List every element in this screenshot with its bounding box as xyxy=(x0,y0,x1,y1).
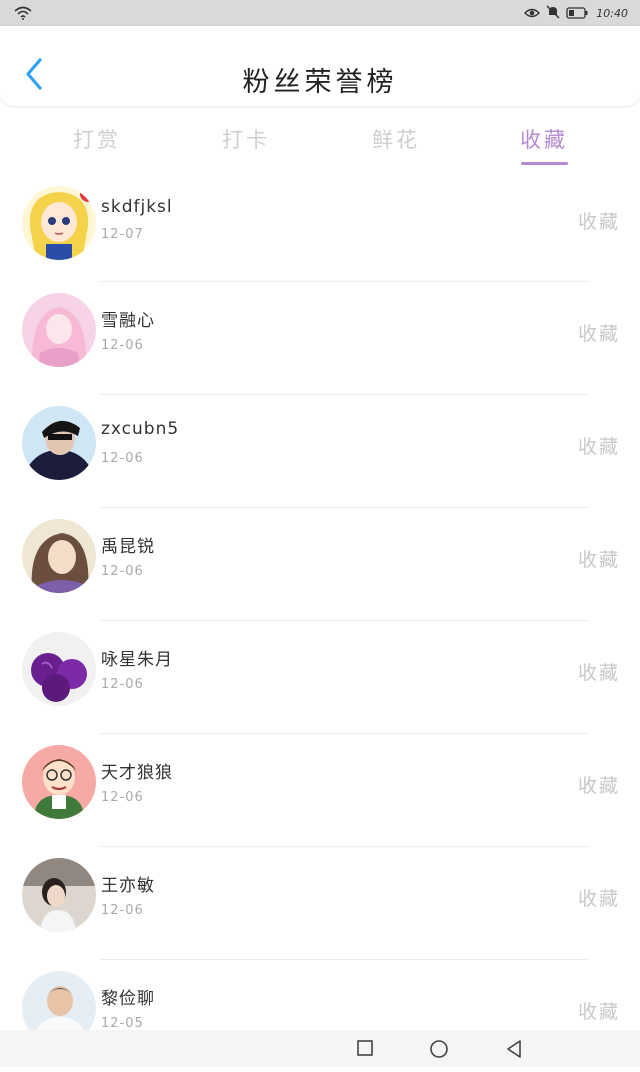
favorite-label: 收藏 xyxy=(578,323,621,345)
favorite-label: 收藏 xyxy=(578,1001,621,1023)
avatar xyxy=(22,858,96,932)
mute-icon xyxy=(546,4,560,23)
list-item[interactable]: 王亦敏 12-06 收藏 xyxy=(0,846,640,959)
date-label: 12-06 xyxy=(101,790,144,805)
divider xyxy=(100,394,590,395)
tab-checkin[interactable]: 打卡 xyxy=(186,124,306,154)
user-name: 雪融心 xyxy=(101,311,155,331)
wifi-icon xyxy=(14,5,32,24)
favorite-label: 收藏 xyxy=(578,549,621,571)
date-label: 12-06 xyxy=(101,564,144,579)
avatar xyxy=(22,186,96,260)
user-name: 王亦敏 xyxy=(101,876,155,896)
favorite-label: 收藏 xyxy=(578,888,621,910)
list-item[interactable]: zxcubn5 12-06 收藏 xyxy=(0,394,640,507)
date-label: 12-07 xyxy=(101,227,144,242)
divider xyxy=(100,733,590,734)
avatar xyxy=(22,293,96,367)
divider xyxy=(100,846,590,847)
divider xyxy=(100,620,590,621)
favorite-label: 收藏 xyxy=(578,436,621,458)
date-label: 12-06 xyxy=(101,338,144,353)
user-name: 禹昆锐 xyxy=(101,537,155,557)
date-label: 12-05 xyxy=(101,1016,144,1031)
avatar xyxy=(22,632,96,706)
square-icon[interactable] xyxy=(356,1039,374,1061)
user-name: 黎俭聊 xyxy=(101,989,155,1009)
app-header: 粉丝荣誉榜 xyxy=(0,26,640,106)
favorite-label: 收藏 xyxy=(578,775,621,797)
list-item[interactable]: 天才狼狼 12-06 收藏 xyxy=(0,733,640,846)
user-name: skdfjksl xyxy=(101,197,173,217)
battery-icon xyxy=(566,4,588,23)
tab-favorites[interactable]: 收藏 xyxy=(484,124,604,154)
divider xyxy=(100,959,590,960)
user-name: 咏星朱月 xyxy=(101,650,173,670)
active-tab-indicator xyxy=(521,162,568,165)
list-item[interactable]: 咏星朱月 12-06 收藏 xyxy=(0,620,640,733)
triangle-back-icon[interactable] xyxy=(505,1039,523,1063)
page-title: 粉丝荣誉榜 xyxy=(242,67,398,98)
user-name: 天才狼狼 xyxy=(101,763,173,783)
favorite-label: 收藏 xyxy=(578,211,621,233)
user-name: zxcubn5 xyxy=(101,419,180,439)
divider xyxy=(100,507,590,508)
date-label: 12-06 xyxy=(101,903,144,918)
tab-reward[interactable]: 打赏 xyxy=(37,124,157,154)
avatar xyxy=(22,745,96,819)
eye-icon xyxy=(524,4,541,23)
clock-time: 10:40 xyxy=(596,6,628,20)
circle-icon[interactable] xyxy=(429,1039,449,1063)
favorite-label: 收藏 xyxy=(578,662,621,684)
tab-flowers[interactable]: 鲜花 xyxy=(336,124,456,154)
divider xyxy=(100,281,590,282)
system-nav-bar xyxy=(0,1030,640,1067)
tab-bar: 打赏 打卡 鲜花 收藏 xyxy=(0,106,640,176)
date-label: 12-06 xyxy=(101,677,144,692)
list-item[interactable]: 雪融心 12-06 收藏 xyxy=(0,281,640,394)
status-bar: 10:40 xyxy=(0,0,640,26)
list-item[interactable]: 禹昆锐 12-06 收藏 xyxy=(0,507,640,620)
avatar xyxy=(22,406,96,480)
date-label: 12-06 xyxy=(101,451,144,466)
avatar xyxy=(22,519,96,593)
